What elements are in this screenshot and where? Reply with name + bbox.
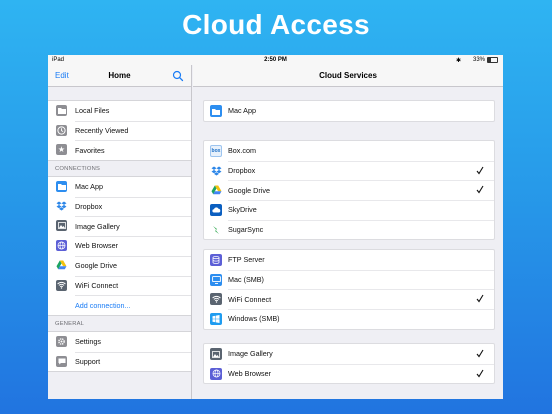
globe-icon: [210, 367, 222, 380]
detail-pane: Cloud Services Mac App box Box.com Dropb…: [193, 65, 503, 399]
sidebar-item-google-drive[interactable]: Google Drive: [48, 255, 191, 276]
service-row-image-gallery[interactable]: Image Gallery: [204, 344, 494, 364]
sidebar-item-settings[interactable]: Settings: [48, 332, 191, 352]
service-label: Mac (SMB): [228, 275, 264, 285]
checkmark-icon: [476, 186, 484, 194]
folder-icon: [56, 105, 67, 116]
sidebar-item-label: Web Browser: [75, 241, 119, 251]
service-row-wifi-connect[interactable]: WiFi Connect: [204, 289, 494, 309]
sugarsync-icon: [210, 224, 222, 236]
service-row-ftp-server[interactable]: FTP Server: [204, 250, 494, 270]
master-nav-bar: Edit Home: [48, 65, 191, 87]
sidebar-item-label: Google Drive: [75, 261, 117, 271]
general-header: GENERAL: [55, 320, 85, 327]
service-row-web-browser[interactable]: Web Browser: [204, 363, 494, 384]
sidebar-item-label: WiFi Connect: [75, 280, 119, 290]
wifi-icon: [210, 293, 222, 306]
clock-icon: [56, 124, 67, 136]
sidebar-item-favorites[interactable]: ★ Favorites: [48, 140, 191, 160]
sidebar-item-label: Favorites: [75, 145, 105, 155]
checkmark-icon: [476, 166, 484, 175]
chat-icon: [56, 355, 67, 367]
service-label: Dropbox: [228, 166, 256, 176]
service-label: Box.com: [228, 146, 256, 156]
sidebar-item-recently-viewed[interactable]: Recently Viewed: [48, 120, 191, 141]
checkmark-icon: [476, 369, 484, 378]
connections-header: CONNECTIONS: [55, 166, 101, 173]
ipad-screen: iPad 2:50 PM ✱ 33% Edit Home Local Files: [48, 55, 503, 399]
sidebar-item-image-gallery[interactable]: Image Gallery: [48, 216, 191, 236]
sidebar-item-support[interactable]: Support: [48, 351, 191, 372]
search-icon[interactable]: [172, 70, 184, 82]
sidebar-item-label: Image Gallery: [75, 221, 120, 231]
service-label: Web Browser: [228, 369, 272, 379]
image-icon: [56, 220, 67, 232]
wifi-icon: [56, 279, 67, 291]
master-title: Home: [108, 71, 131, 80]
add-connection-label: Add connection...: [75, 300, 131, 310]
battery-icon: [487, 57, 498, 63]
service-label: WiFi Connect: [228, 294, 272, 304]
clock: 2:50 PM: [264, 57, 287, 63]
service-row-windows-smb[interactable]: Windows (SMB): [204, 309, 494, 329]
headline: Cloud Access: [182, 9, 370, 40]
globe-icon: [56, 240, 67, 252]
service-label: Google Drive: [228, 185, 270, 195]
windows-icon: [210, 313, 222, 326]
service-row-box[interactable]: box Box.com: [204, 141, 494, 161]
star-icon: ★: [56, 144, 67, 156]
sidebar-item-label: Recently Viewed: [75, 126, 129, 136]
service-group-network: FTP Server Mac (SMB) WiFi Connect Window…: [203, 249, 495, 330]
sidebar-item-local-files[interactable]: Local Files: [48, 101, 191, 121]
google-drive-icon: [56, 260, 67, 271]
image-icon: [210, 348, 222, 360]
dropbox-icon: [56, 201, 67, 212]
google-drive-icon: [210, 184, 222, 196]
sidebar-item-label: Support: [75, 356, 101, 366]
detail-nav-bar: Cloud Services: [193, 65, 503, 87]
battery-percent: 33%: [472, 57, 485, 63]
master-top-group: Local Files Recently Viewed ★ Favorites: [48, 100, 191, 162]
service-row-google-drive[interactable]: Google Drive: [204, 180, 494, 200]
box-icon: box: [210, 145, 222, 157]
service-row-skydrive[interactable]: SkyDrive: [204, 200, 494, 220]
sidebar-item-wifi-connect[interactable]: WiFi Connect: [48, 275, 191, 296]
sidebar-item-dropbox[interactable]: Dropbox: [48, 196, 191, 217]
dropbox-icon: [210, 165, 222, 177]
service-label: SkyDrive: [228, 205, 257, 215]
service-group-cloud: box Box.com Dropbox Google Drive SkyDriv…: [203, 140, 495, 241]
service-label: Image Gallery: [228, 349, 273, 359]
skydrive-icon: [210, 204, 222, 217]
sidebar-item-mac-app[interactable]: Mac App: [48, 177, 191, 197]
monitor-icon: [210, 273, 222, 286]
folder-blue-icon: [210, 105, 222, 117]
gear-icon: [56, 335, 67, 347]
service-row-mac-smb[interactable]: Mac (SMB): [204, 269, 494, 290]
service-row-mac-app[interactable]: Mac App: [204, 101, 494, 121]
server-icon: [210, 254, 222, 266]
master-pane: Edit Home Local Files Recently Viewed ★ …: [48, 65, 192, 399]
service-group-other: Image Gallery Web Browser: [203, 343, 495, 385]
service-row-dropbox[interactable]: Dropbox: [204, 160, 494, 181]
sidebar-item-label: Mac App: [75, 182, 103, 192]
sidebar-item-label: Settings: [75, 337, 101, 347]
status-bar: iPad 2:50 PM ✱ 33%: [48, 55, 503, 65]
connections-group: Mac App Dropbox Image Gallery Web Browse…: [48, 176, 191, 316]
service-label: SugarSync: [228, 225, 264, 235]
service-group-local: Mac App: [203, 100, 495, 122]
sidebar-item-label: Local Files: [75, 106, 110, 116]
service-row-sugarsync[interactable]: SugarSync: [204, 219, 494, 240]
add-connection-link[interactable]: Add connection...: [48, 295, 191, 315]
service-label: FTP Server: [228, 255, 265, 265]
service-label: Mac App: [228, 106, 256, 116]
folder-blue-icon: [56, 181, 67, 193]
bluetooth-icon: ✱: [455, 58, 461, 64]
detail-title: Cloud Services: [319, 71, 377, 80]
sidebar-item-web-browser[interactable]: Web Browser: [48, 236, 191, 256]
checkmark-icon: [476, 349, 484, 358]
checkmark-icon: [476, 295, 484, 303]
sidebar-item-label: Dropbox: [75, 202, 103, 212]
general-group: Settings Support: [48, 330, 191, 373]
service-label: Windows (SMB): [228, 314, 280, 324]
